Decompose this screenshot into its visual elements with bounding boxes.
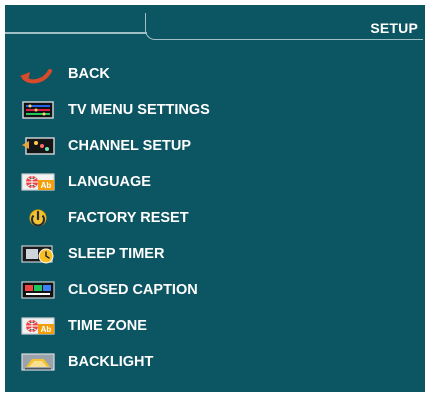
setup-screen: SETUP BACK TV MENU SETTINGS CHANNEL SETU… [0,0,426,397]
menu-item-label: BACK [68,65,110,82]
factory-reset-icon [16,206,60,230]
backlight-icon [16,350,60,374]
menu-item-label: TIME ZONE [68,317,147,334]
menu-item-channel-setup[interactable]: CHANNEL SETUP [16,129,406,163]
menu-item-tv-menu-settings[interactable]: TV MENU SETTINGS [16,93,406,127]
svg-text:Ab: Ab [41,325,52,334]
menu-item-time-zone[interactable]: Ab TIME ZONE [16,309,406,343]
header-rule [5,32,147,34]
menu-item-label: BACKLIGHT [68,353,154,370]
channel-setup-icon [16,134,60,158]
language-icon: Ab [16,170,60,194]
menu-item-label: LANGUAGE [68,173,151,190]
menu-item-factory-reset[interactable]: FACTORY RESET [16,201,406,235]
back-arrow-icon [16,62,60,86]
menu-item-language[interactable]: Ab LANGUAGE [16,165,406,199]
menu-item-label: FACTORY RESET [68,209,189,226]
menu-item-back[interactable]: BACK [16,57,406,91]
menu-item-label: CHANNEL SETUP [68,137,191,154]
page-title: SETUP [370,20,418,36]
closed-caption-icon [16,278,60,302]
menu-item-label: SLEEP TIMER [68,245,165,262]
svg-text:Ab: Ab [41,181,52,190]
time-zone-icon: Ab [16,314,60,338]
menu-item-label: CLOSED CAPTION [68,281,198,298]
menu-item-closed-caption[interactable]: CLOSED CAPTION [16,273,406,307]
tv-menu-settings-icon [16,98,60,122]
sleep-timer-icon [16,242,60,266]
menu-item-sleep-timer[interactable]: SLEEP TIMER [16,237,406,271]
menu-item-backlight[interactable]: BACKLIGHT [16,345,406,379]
menu-item-label: TV MENU SETTINGS [68,101,210,118]
